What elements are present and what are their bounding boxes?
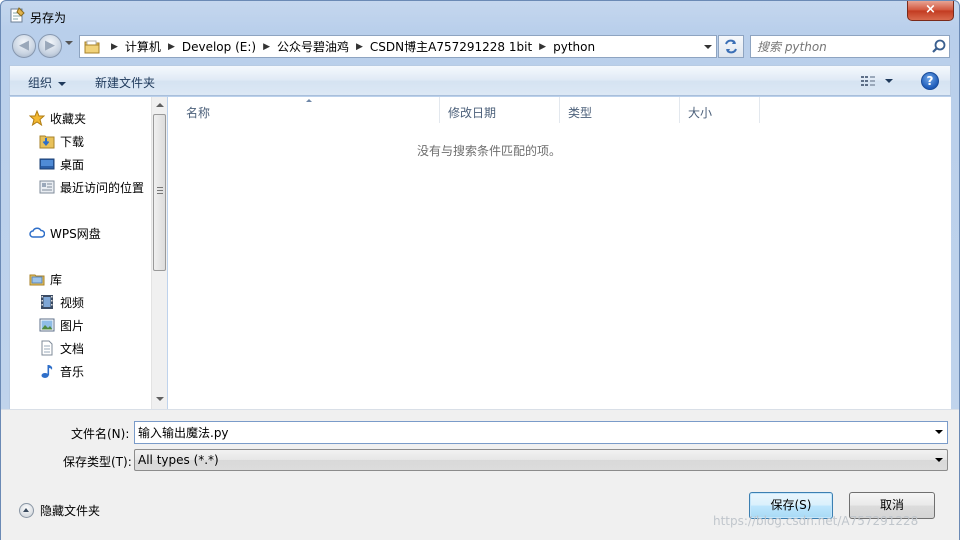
nav-item-desktop[interactable]: 桌面	[39, 154, 84, 174]
chevron-down-icon[interactable]	[935, 430, 943, 434]
music-note-icon	[41, 365, 53, 378]
save-as-dialog: 另存为 × ◀ ▶ ▶ 计算机 ▶ Develop (E:) ▶ 公众号碧油鸡 …	[0, 0, 960, 540]
nav-item-label: 库	[50, 272, 63, 287]
refresh-icon	[725, 39, 737, 54]
scroll-up-icon[interactable]	[156, 103, 164, 107]
filetype-value: All types (*.*)	[138, 453, 219, 467]
nav-item-wps-cloud[interactable]: WPS网盘	[29, 223, 101, 243]
back-button[interactable]: ◀	[12, 34, 36, 58]
recent-places-icon	[39, 180, 55, 194]
breadcrumb-folder-1[interactable]: 公众号碧油鸡	[277, 38, 349, 55]
title-bar[interactable]: 另存为 ×	[1, 1, 959, 31]
help-icon[interactable]: ?	[921, 72, 939, 90]
view-details-icon[interactable]	[860, 74, 876, 88]
nav-item-label: 音乐	[60, 364, 85, 379]
window-title: 另存为	[30, 11, 67, 25]
nav-item-label: 图片	[60, 318, 85, 333]
breadcrumb-chevron-icon[interactable]: ▶	[111, 42, 118, 52]
search-icon[interactable]	[931, 39, 947, 55]
chevron-down-icon	[58, 81, 67, 86]
library-icon	[29, 274, 45, 286]
breadcrumb-chevron-icon[interactable]: ▶	[263, 42, 270, 52]
cloud-icon	[29, 227, 45, 238]
nav-item-label: 收藏夹	[50, 111, 87, 126]
collapse-up-icon	[19, 503, 34, 518]
filetype-label: 保存类型(T):	[63, 455, 132, 469]
chevron-down-icon	[935, 458, 943, 462]
desktop-icon	[39, 158, 55, 170]
nav-item-videos[interactable]: 视频	[39, 292, 84, 312]
nav-item-documents[interactable]: 文档	[39, 338, 84, 358]
nav-item-music[interactable]: 音乐	[39, 361, 84, 381]
arrow-right-icon: ▶	[45, 38, 55, 53]
close-icon: ×	[925, 2, 936, 17]
notepad-icon	[10, 7, 25, 23]
nav-item-libraries[interactable]: 库	[29, 269, 62, 289]
nav-item-favorites[interactable]: 收藏夹	[29, 108, 86, 128]
nav-item-label: 视频	[60, 295, 85, 310]
column-header-date[interactable]: 修改日期	[440, 97, 560, 123]
nav-item-pictures[interactable]: 图片	[39, 315, 84, 335]
recent-locations-dropdown[interactable]	[65, 41, 73, 45]
address-row: ◀ ▶ ▶ 计算机 ▶ Develop (E:) ▶ 公众号碧油鸡 ▶ CSDN…	[1, 31, 959, 63]
nav-pane-scrollbar[interactable]	[151, 97, 167, 409]
document-icon	[41, 340, 53, 356]
nav-item-label: 文档	[60, 341, 85, 356]
view-options-dropdown[interactable]	[885, 79, 893, 83]
forward-button[interactable]: ▶	[38, 34, 62, 58]
nav-item-label: 最近访问的位置	[60, 180, 145, 195]
breadcrumb: ▶ 计算机 ▶ Develop (E:) ▶ 公众号碧油鸡 ▶ CSDN博主A7…	[104, 36, 595, 57]
scroll-down-icon[interactable]	[156, 397, 164, 401]
breadcrumb-chevron-icon[interactable]: ▶	[168, 42, 175, 52]
watermark-text: https://blog.csdn.net/A757291228	[713, 514, 919, 528]
breadcrumb-chevron-icon[interactable]: ▶	[539, 42, 546, 52]
grip-icon	[157, 187, 163, 194]
file-list[interactable]: 名称 修改日期 类型 大小 没有与搜索条件匹配的项。	[168, 97, 951, 409]
new-folder-button[interactable]: 新建文件夹	[95, 74, 155, 91]
star-icon	[29, 110, 45, 126]
search-input[interactable]	[757, 38, 927, 55]
nav-item-label: 桌面	[60, 157, 85, 172]
column-header-name[interactable]: 名称	[178, 97, 440, 123]
address-bar[interactable]: ▶ 计算机 ▶ Develop (E:) ▶ 公众号碧油鸡 ▶ CSDN博主A7…	[79, 35, 717, 58]
arrow-left-icon: ◀	[19, 38, 29, 53]
save-form: 文件名(N): 保存类型(T): All types (*.*) 隐藏文件夹 保…	[1, 409, 959, 540]
video-icon	[41, 295, 53, 309]
scrollbar-thumb[interactable]	[153, 114, 166, 271]
filename-field[interactable]	[138, 424, 928, 441]
navigation-pane: 收藏夹 下载 桌面 最近访问的位置 WPS网盘 库 视频 图片 文档 音乐	[9, 97, 167, 409]
hide-folders-label: 隐藏文件夹	[40, 504, 101, 518]
hide-folders-toggle[interactable]: 隐藏文件夹	[19, 502, 100, 519]
picture-icon	[39, 318, 55, 332]
folder-icon	[84, 40, 100, 54]
download-folder-icon	[39, 135, 55, 149]
filename-label: 文件名(N):	[71, 427, 130, 441]
breadcrumb-chevron-icon[interactable]: ▶	[356, 42, 363, 52]
column-header-type[interactable]: 类型	[560, 97, 680, 123]
nav-item-label: WPS网盘	[50, 226, 101, 241]
refresh-button[interactable]	[718, 35, 744, 58]
address-history-dropdown[interactable]	[704, 45, 712, 49]
nav-item-recent[interactable]: 最近访问的位置	[39, 177, 144, 197]
column-header-size[interactable]: 大小	[680, 97, 760, 123]
breadcrumb-folder-current[interactable]: python	[553, 40, 595, 54]
search-box[interactable]	[750, 35, 950, 58]
breadcrumb-drive[interactable]: Develop (E:)	[182, 40, 256, 54]
nav-item-label: 下载	[60, 134, 85, 149]
breadcrumb-computer[interactable]: 计算机	[125, 38, 161, 55]
filename-combobox[interactable]	[134, 421, 948, 444]
organize-menu[interactable]: 组织	[28, 74, 67, 91]
breadcrumb-folder-2[interactable]: CSDN博主A757291228 1bit	[370, 38, 532, 55]
nav-item-downloads[interactable]: 下载	[39, 131, 84, 151]
close-button[interactable]: ×	[907, 1, 954, 21]
command-bar: 组织 新建文件夹 ?	[9, 65, 951, 96]
filetype-select[interactable]: All types (*.*)	[134, 449, 948, 471]
empty-list-message: 没有与搜索条件匹配的项。	[416, 144, 561, 158]
